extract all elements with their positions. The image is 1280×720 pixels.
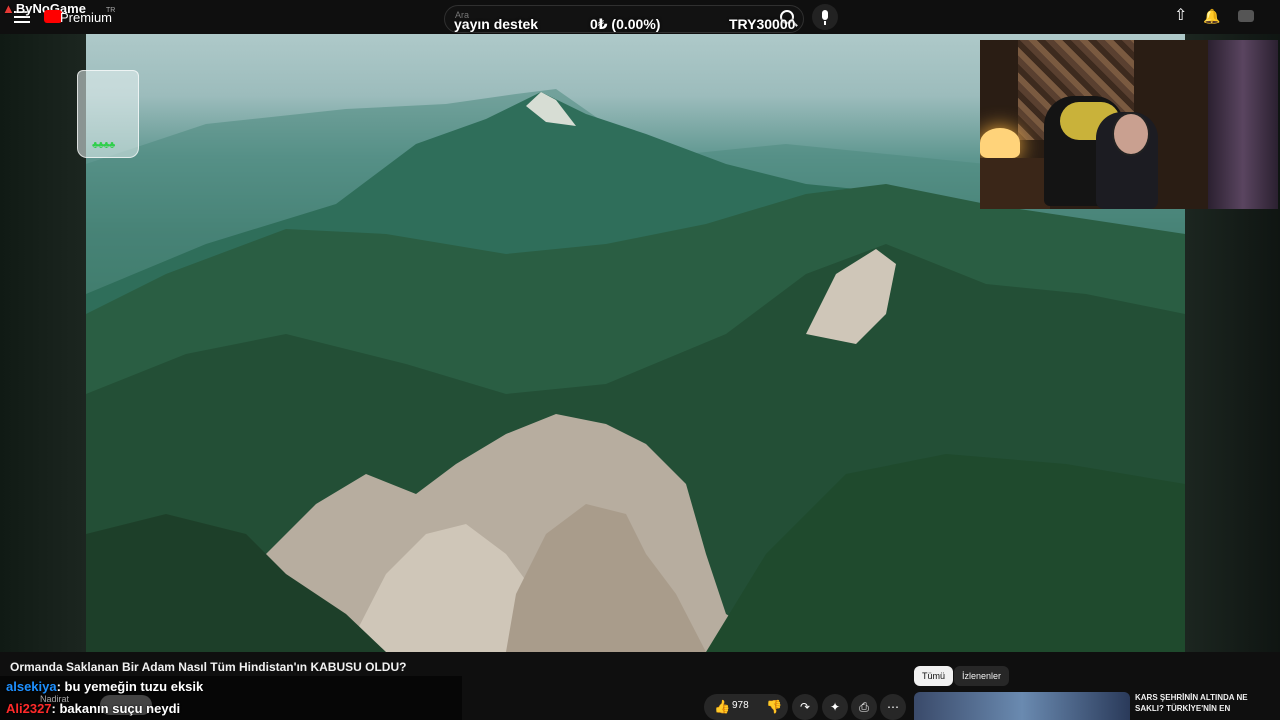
streamer-head	[1112, 112, 1150, 156]
recommendation-thumbnail[interactable]	[914, 692, 1130, 720]
webcam-overlay	[980, 40, 1278, 209]
like-count: 978	[732, 700, 749, 711]
logo-text[interactable]: Premium	[60, 10, 112, 25]
bell-icon[interactable]: 🔔	[1203, 8, 1220, 24]
mic-button[interactable]	[812, 4, 838, 30]
upload-icon[interactable]: ⇧	[1174, 8, 1187, 24]
chat-message: Ali2327: bakanın suçu neydi	[6, 701, 180, 716]
jar-widget: ♣♣♣♣	[77, 70, 139, 158]
lamp	[980, 128, 1020, 158]
chat-username: Ali2327	[6, 701, 52, 716]
save-button[interactable]: ⎙	[851, 694, 877, 720]
more-icon: ⋯	[887, 700, 899, 714]
video-title: Ormanda Saklanan Bir Adam Nasıl Tüm Hind…	[10, 660, 407, 674]
ask-button[interactable]: ✦	[822, 694, 848, 720]
thumbs-up-icon: 👍	[714, 699, 731, 714]
chip-all[interactable]: Tümü	[914, 666, 954, 686]
avatar[interactable]	[1238, 10, 1254, 22]
donation-progress: 0₺ (0.00%)	[590, 16, 661, 32]
share-button[interactable]: ↷	[792, 694, 818, 720]
country-code: TR	[106, 7, 116, 14]
donation-bar: yayın destek 0₺ (0.00%) TRY30000	[454, 16, 796, 32]
chat-text: : bu yemeğin tuzu eksik	[56, 679, 204, 694]
desk	[980, 158, 1050, 209]
chip-watched[interactable]: İzlenenler	[954, 666, 1010, 686]
ambient-left	[0, 34, 86, 652]
chat-username: alsekiya	[6, 679, 57, 694]
recommendation-title[interactable]: KARS ŞEHRİNİN ALTINDA NE SAKLI? TÜRKİYE'…	[1135, 692, 1275, 714]
more-button[interactable]: ⋯	[880, 694, 906, 720]
chat-text: : bakanın suçu neydi	[51, 701, 181, 716]
brand-mark-icon: ▲	[2, 1, 15, 16]
sparkle-icon: ✦	[829, 700, 841, 714]
donation-label: yayın destek	[454, 16, 539, 32]
curtain	[1208, 40, 1278, 209]
share-icon: ↷	[799, 700, 811, 714]
clover-icon: ♣♣♣♣	[92, 140, 115, 151]
chat-message: alsekiya: bu yemeğin tuzu eksik	[6, 679, 203, 694]
thumbs-down-icon: 👎	[766, 699, 783, 714]
bookmark-icon: ⎙	[859, 700, 869, 714]
like-button[interactable]	[704, 694, 758, 720]
donation-goal: TRY30000	[729, 16, 796, 32]
